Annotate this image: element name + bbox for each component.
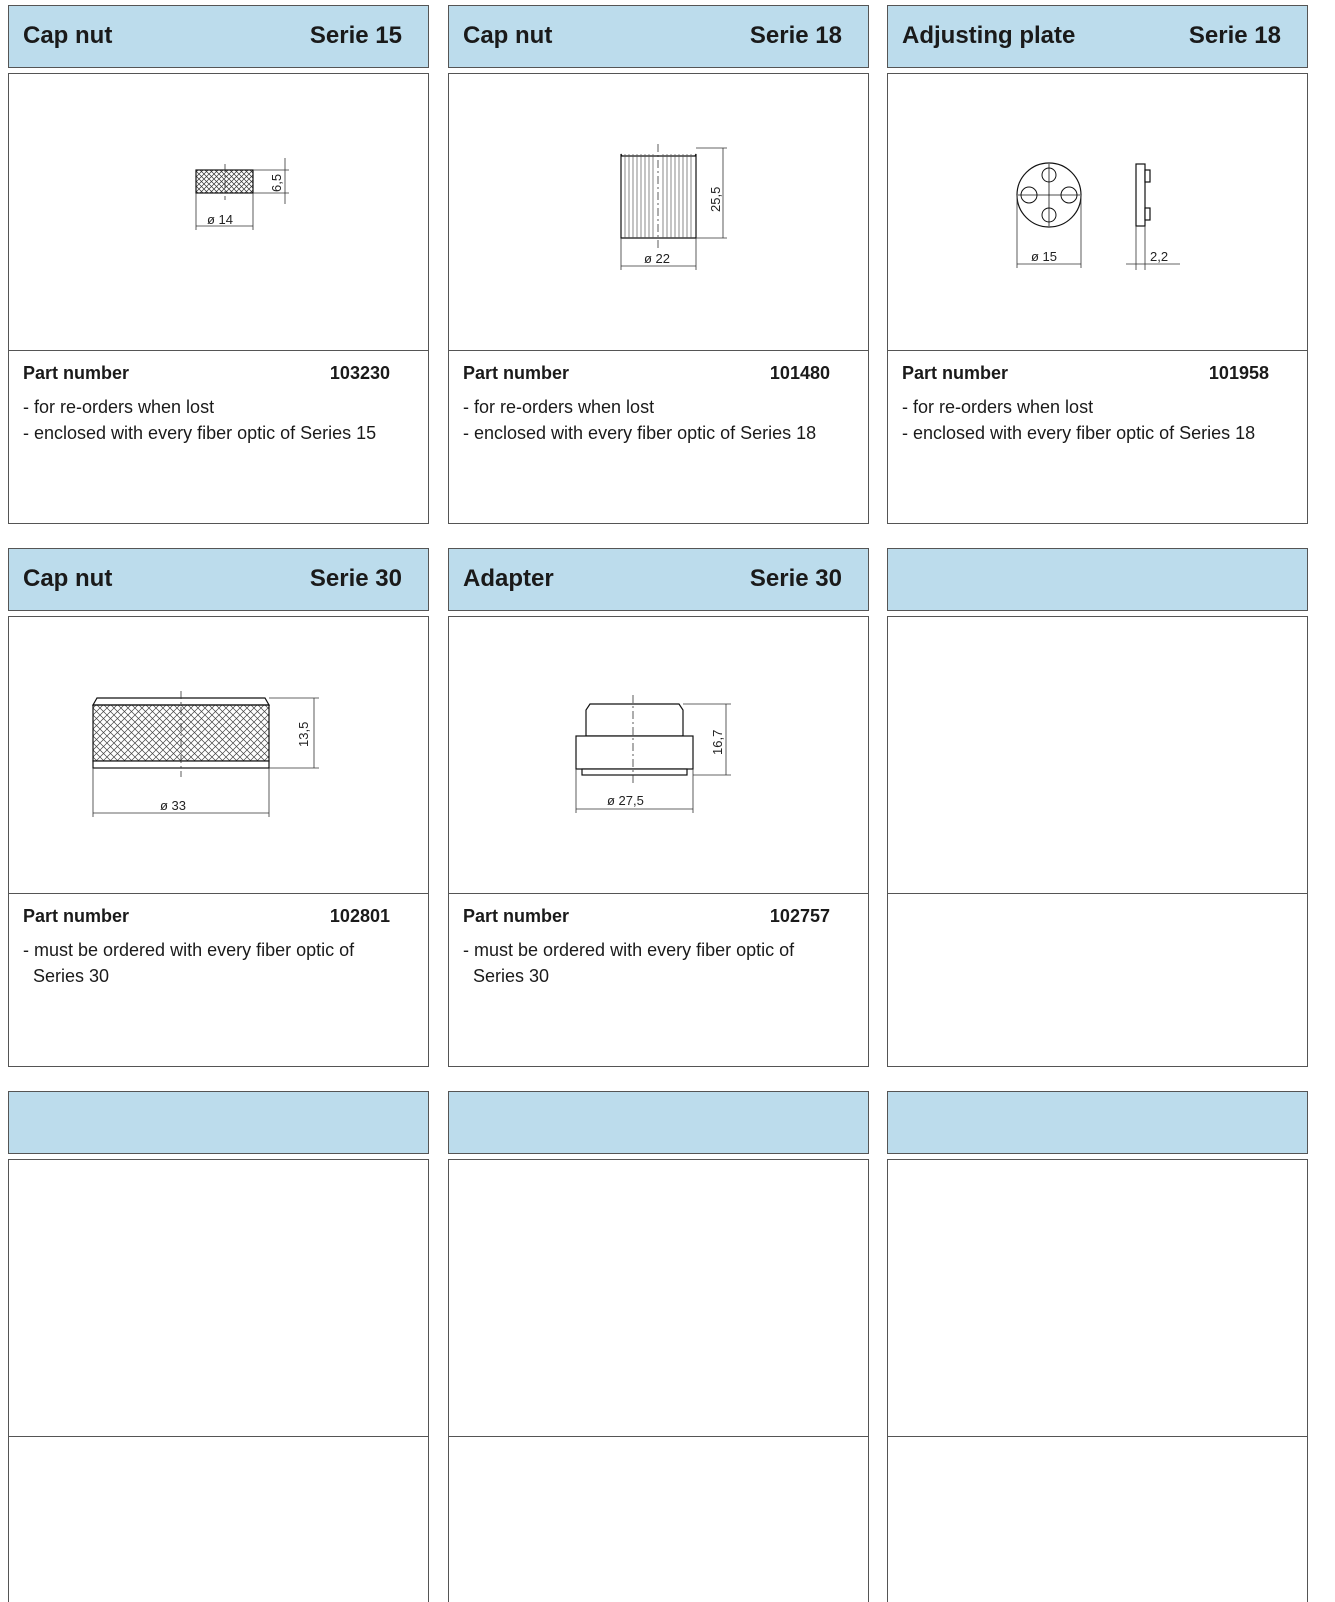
drawing-panel: ø 15 2,2: [887, 73, 1308, 351]
card-header: Adjusting plate Serie 18: [887, 5, 1308, 68]
card-title: Adapter: [463, 565, 554, 592]
part-info-panel: [8, 1436, 429, 1602]
part-description: - must be ordered with every fiber optic…: [23, 937, 354, 989]
card-adapter-serie-30: Adapter Serie 30 ø 27,5 16,7 Part number…: [448, 548, 869, 1067]
technical-drawing: ø 15 2,2: [1016, 162, 1180, 270]
card-empty: [448, 1091, 869, 1602]
card-adjusting-plate-serie-18: Adjusting plate Serie 18 ø 15 2,2 Part n…: [887, 5, 1308, 524]
part-info-panel: Part number 101480 - for re-orders when …: [448, 350, 869, 524]
knurled-cap-shape: [620, 153, 697, 239]
part-number-value: 102757: [769, 906, 830, 926]
description-line: - must be ordered with every fiber optic…: [463, 940, 795, 960]
description-line: - enclosed with every fiber optic of Ser…: [902, 423, 1256, 443]
card-header: Cap nut Serie 18: [448, 5, 869, 68]
card-cap-nut-serie-18: Cap nut Serie 18 ø 22 25,5 Part number 1…: [448, 5, 869, 524]
card-header: [8, 1091, 429, 1154]
card-series: Serie 18: [1188, 22, 1281, 49]
drawing-panel: [887, 616, 1308, 894]
card-header: [448, 1091, 869, 1154]
part-number-label: Part number: [463, 363, 570, 383]
part-number-value: 101480: [769, 363, 830, 383]
card-empty: [8, 1091, 429, 1602]
dimension-lines: ø 14 6,5: [195, 158, 289, 230]
technical-drawing: ø 33 13,5: [91, 691, 319, 817]
part-info-panel: [887, 893, 1308, 1067]
part-description: - for re-orders when lost - enclosed wit…: [23, 394, 376, 446]
drawing-panel: ø 22 25,5: [448, 73, 869, 351]
height-label: 16,7: [710, 730, 725, 755]
technical-drawing: ø 22 25,5: [620, 144, 727, 270]
drawing-panel: [448, 1159, 869, 1437]
description-line: - enclosed with every fiber optic of Ser…: [463, 423, 817, 443]
part-info-panel: Part number 101958 - for re-orders when …: [887, 350, 1308, 524]
part-description: - must be ordered with every fiber optic…: [463, 937, 794, 989]
part-info-panel: [448, 1436, 869, 1602]
card-header: Adapter Serie 30: [448, 548, 869, 611]
card-header: Cap nut Serie 15: [8, 5, 429, 68]
part-number-value: 102801: [329, 906, 390, 926]
drawing-panel: [887, 1159, 1308, 1437]
drawing-panel: [8, 1159, 429, 1437]
part-number-value: 101958: [1208, 363, 1269, 383]
part-number-label: Part number: [23, 363, 130, 383]
part-number-value: 103230: [329, 363, 390, 383]
card-empty: [887, 548, 1308, 1067]
thickness-label: 2,2: [1150, 249, 1168, 264]
part-number-label: Part number: [23, 906, 130, 926]
card-header: Cap nut Serie 30: [8, 548, 429, 611]
drawing-panel: ø 27,5 16,7: [448, 616, 869, 894]
part-info-panel: Part number 102757 - must be ordered wit…: [448, 893, 869, 1067]
part-number-label: Part number: [463, 906, 570, 926]
diameter-label: ø 27,5: [607, 793, 644, 808]
part-info-panel: [887, 1436, 1308, 1602]
card-title: Cap nut: [23, 565, 113, 592]
part-description: - for re-orders when lost - enclosed wit…: [902, 394, 1255, 446]
part-number-label: Part number: [902, 363, 1009, 383]
card-cap-nut-serie-15: Cap nut Serie 15 ø 14 6,5 Part number 10…: [8, 5, 429, 524]
diameter-label: ø 14: [207, 212, 233, 227]
description-line: - for re-orders when lost: [23, 397, 215, 417]
card-cap-nut-serie-30: Cap nut Serie 30 ø 33 13,5 Part number 1…: [8, 548, 429, 1067]
card-header: [887, 1091, 1308, 1154]
part-description: - for re-orders when lost - enclosed wit…: [463, 394, 816, 446]
adapter-shape: [575, 703, 694, 776]
card-empty: [887, 1091, 1308, 1602]
diameter-label: ø 22: [644, 251, 670, 266]
technical-drawing: ø 14 6,5: [195, 158, 289, 230]
height-label: 6,5: [269, 174, 284, 192]
description-line: Series 30: [473, 966, 550, 986]
plate-side-view: [1135, 163, 1151, 227]
description-line: - for re-orders when lost: [902, 397, 1094, 417]
description-line: - for re-orders when lost: [463, 397, 655, 417]
description-line: - must be ordered with every fiber optic…: [23, 940, 355, 960]
drawing-panel: ø 33 13,5: [8, 616, 429, 894]
card-title: Adjusting plate: [902, 22, 1076, 49]
height-label: 13,5: [296, 722, 311, 747]
card-header: [887, 548, 1308, 611]
description-line: - enclosed with every fiber optic of Ser…: [23, 423, 377, 443]
card-series: Serie 30: [749, 565, 842, 592]
card-title: Cap nut: [463, 22, 553, 49]
card-series: Serie 30: [309, 565, 402, 592]
card-series: Serie 18: [749, 22, 842, 49]
description-line: Series 30: [33, 966, 110, 986]
part-info-panel: Part number 102801 - must be ordered wit…: [8, 893, 429, 1067]
card-series: Serie 15: [309, 22, 402, 49]
knurled-cap-shape: [195, 169, 254, 194]
technical-drawing: ø 27,5 16,7: [575, 695, 731, 813]
card-title: Cap nut: [23, 22, 113, 49]
diameter-label: ø 33: [160, 798, 186, 813]
drawing-panel: ø 14 6,5: [8, 73, 429, 351]
part-info-panel: Part number 103230 - for re-orders when …: [8, 350, 429, 524]
plate-front-view: [1016, 162, 1082, 228]
diameter-label: ø 15: [1031, 249, 1057, 264]
height-label: 25,5: [708, 187, 723, 212]
